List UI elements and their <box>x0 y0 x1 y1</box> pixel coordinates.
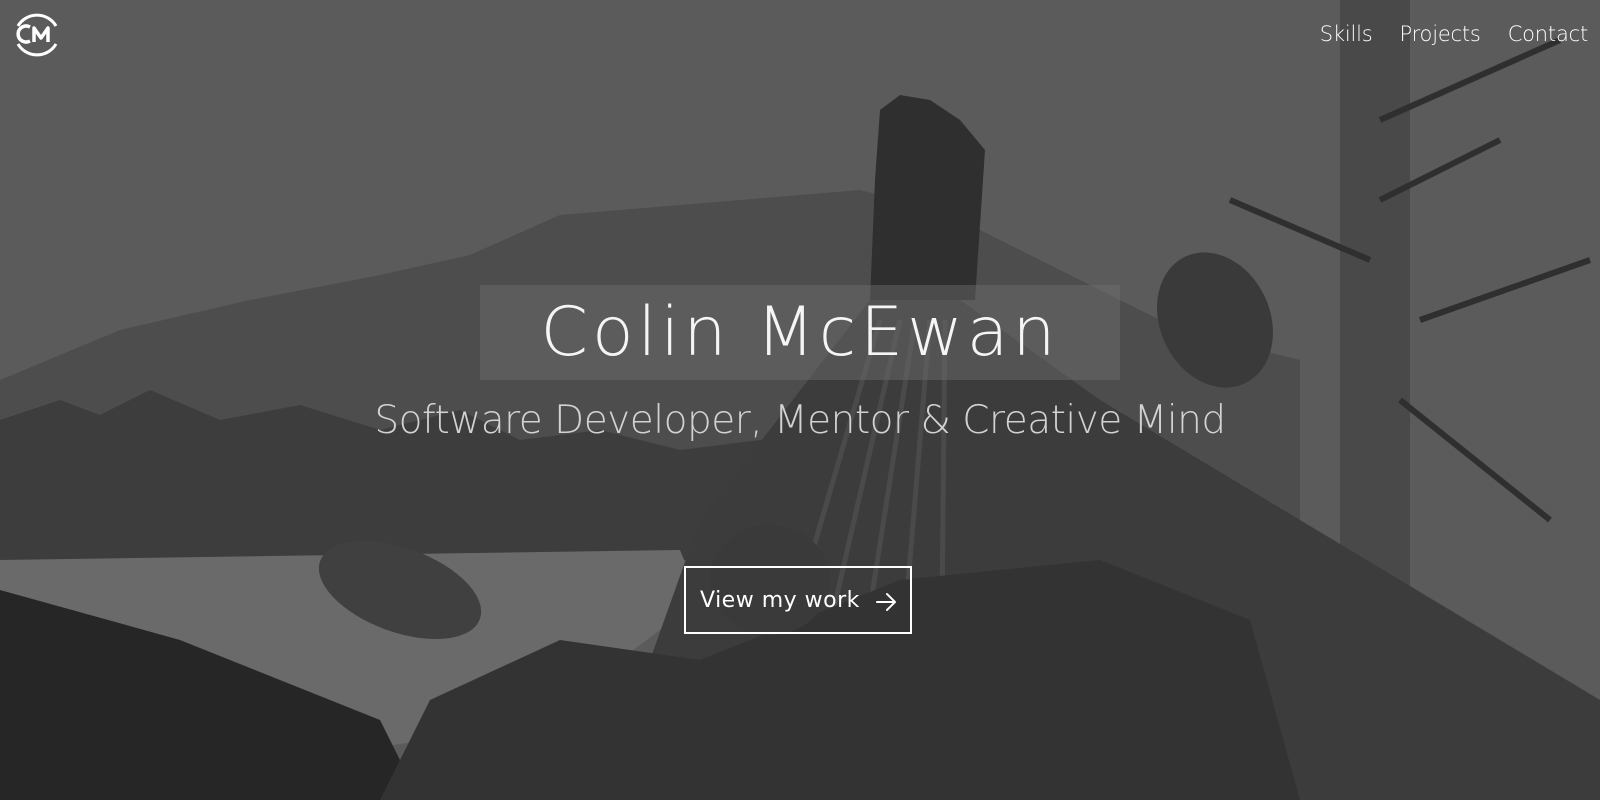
cm-monogram-icon[interactable] <box>10 8 64 60</box>
arrow-right-icon <box>876 593 896 611</box>
page-subtitle: Software Developer, Mentor & Creative Mi… <box>374 398 1226 443</box>
hero-section: Skills Projects Contact Colin McEwan Sof… <box>0 0 1600 800</box>
view-my-work-button[interactable]: View my work <box>684 566 912 634</box>
title-backdrop: Colin McEwan <box>480 285 1120 380</box>
main-nav: Skills Projects Contact <box>1293 22 1588 46</box>
page-title: Colin McEwan <box>540 293 1060 372</box>
cta-label: View my work <box>700 587 860 613</box>
nav-link-projects[interactable]: Projects <box>1399 22 1480 46</box>
nav-link-skills[interactable]: Skills <box>1320 22 1373 46</box>
nav-link-contact[interactable]: Contact <box>1508 22 1589 46</box>
